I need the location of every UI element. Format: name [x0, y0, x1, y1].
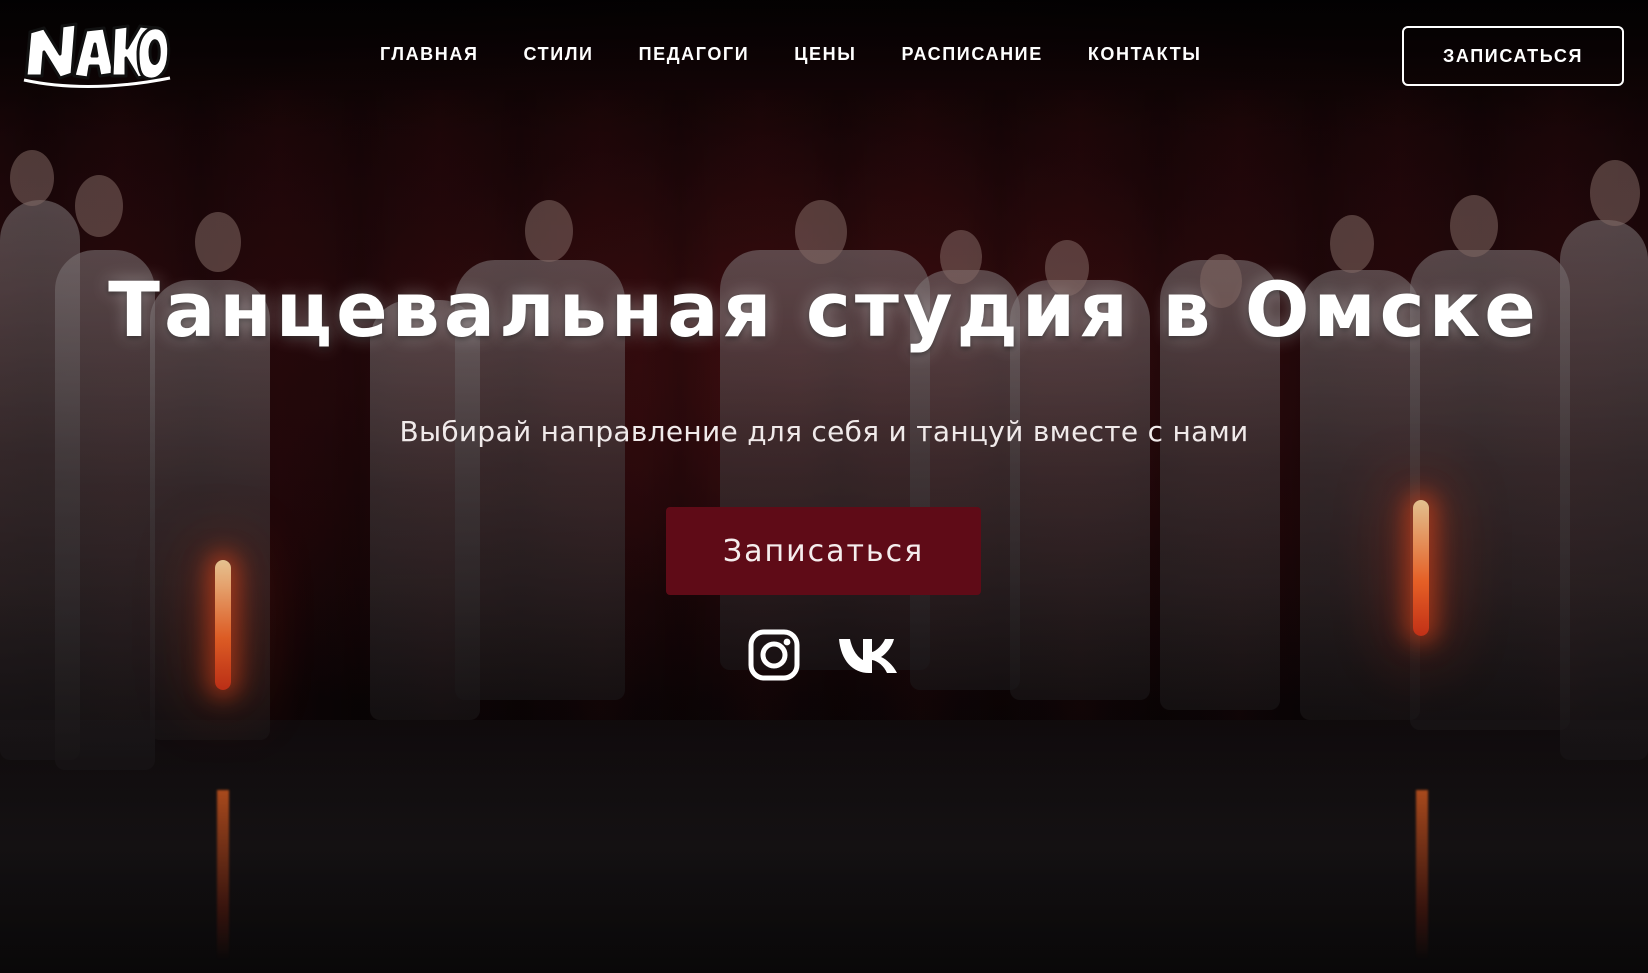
hero-signup-button[interactable]: Записаться: [666, 507, 981, 595]
main-nav: ГЛАВНАЯ СТИЛИ ПЕДАГОГИ ЦЕНЫ РАСПИСАНИЕ К…: [380, 42, 1247, 66]
vk-link[interactable]: [836, 628, 900, 682]
hero-section: ГЛАВНАЯ СТИЛИ ПЕДАГОГИ ЦЕНЫ РАСПИСАНИЕ К…: [0, 0, 1648, 973]
nav-item-styles[interactable]: СТИЛИ: [524, 42, 594, 66]
background-overlay: [0, 0, 1648, 973]
brand-logo[interactable]: [20, 14, 172, 90]
vk-icon: [839, 639, 897, 673]
hero-title: Танцевальная студия в Омске: [108, 265, 1540, 354]
site-header: ГЛАВНАЯ СТИЛИ ПЕДАГОГИ ЦЕНЫ РАСПИСАНИЕ К…: [0, 0, 1648, 112]
nav-item-teachers[interactable]: ПЕДАГОГИ: [639, 42, 750, 66]
nav-item-contacts[interactable]: КОНТАКТЫ: [1088, 42, 1202, 66]
header-signup-button[interactable]: ЗАПИСАТЬСЯ: [1402, 26, 1624, 86]
instagram-link[interactable]: [747, 628, 801, 682]
nav-item-schedule[interactable]: РАСПИСАНИЕ: [901, 42, 1042, 66]
nako-logo-icon: [23, 22, 171, 88]
instagram-icon: [748, 629, 800, 681]
nav-item-home[interactable]: ГЛАВНАЯ: [380, 42, 479, 66]
nav-item-prices[interactable]: ЦЕНЫ: [794, 42, 856, 66]
hero-subtitle: Выбирай направление для себя и танцуй вм…: [399, 415, 1249, 448]
